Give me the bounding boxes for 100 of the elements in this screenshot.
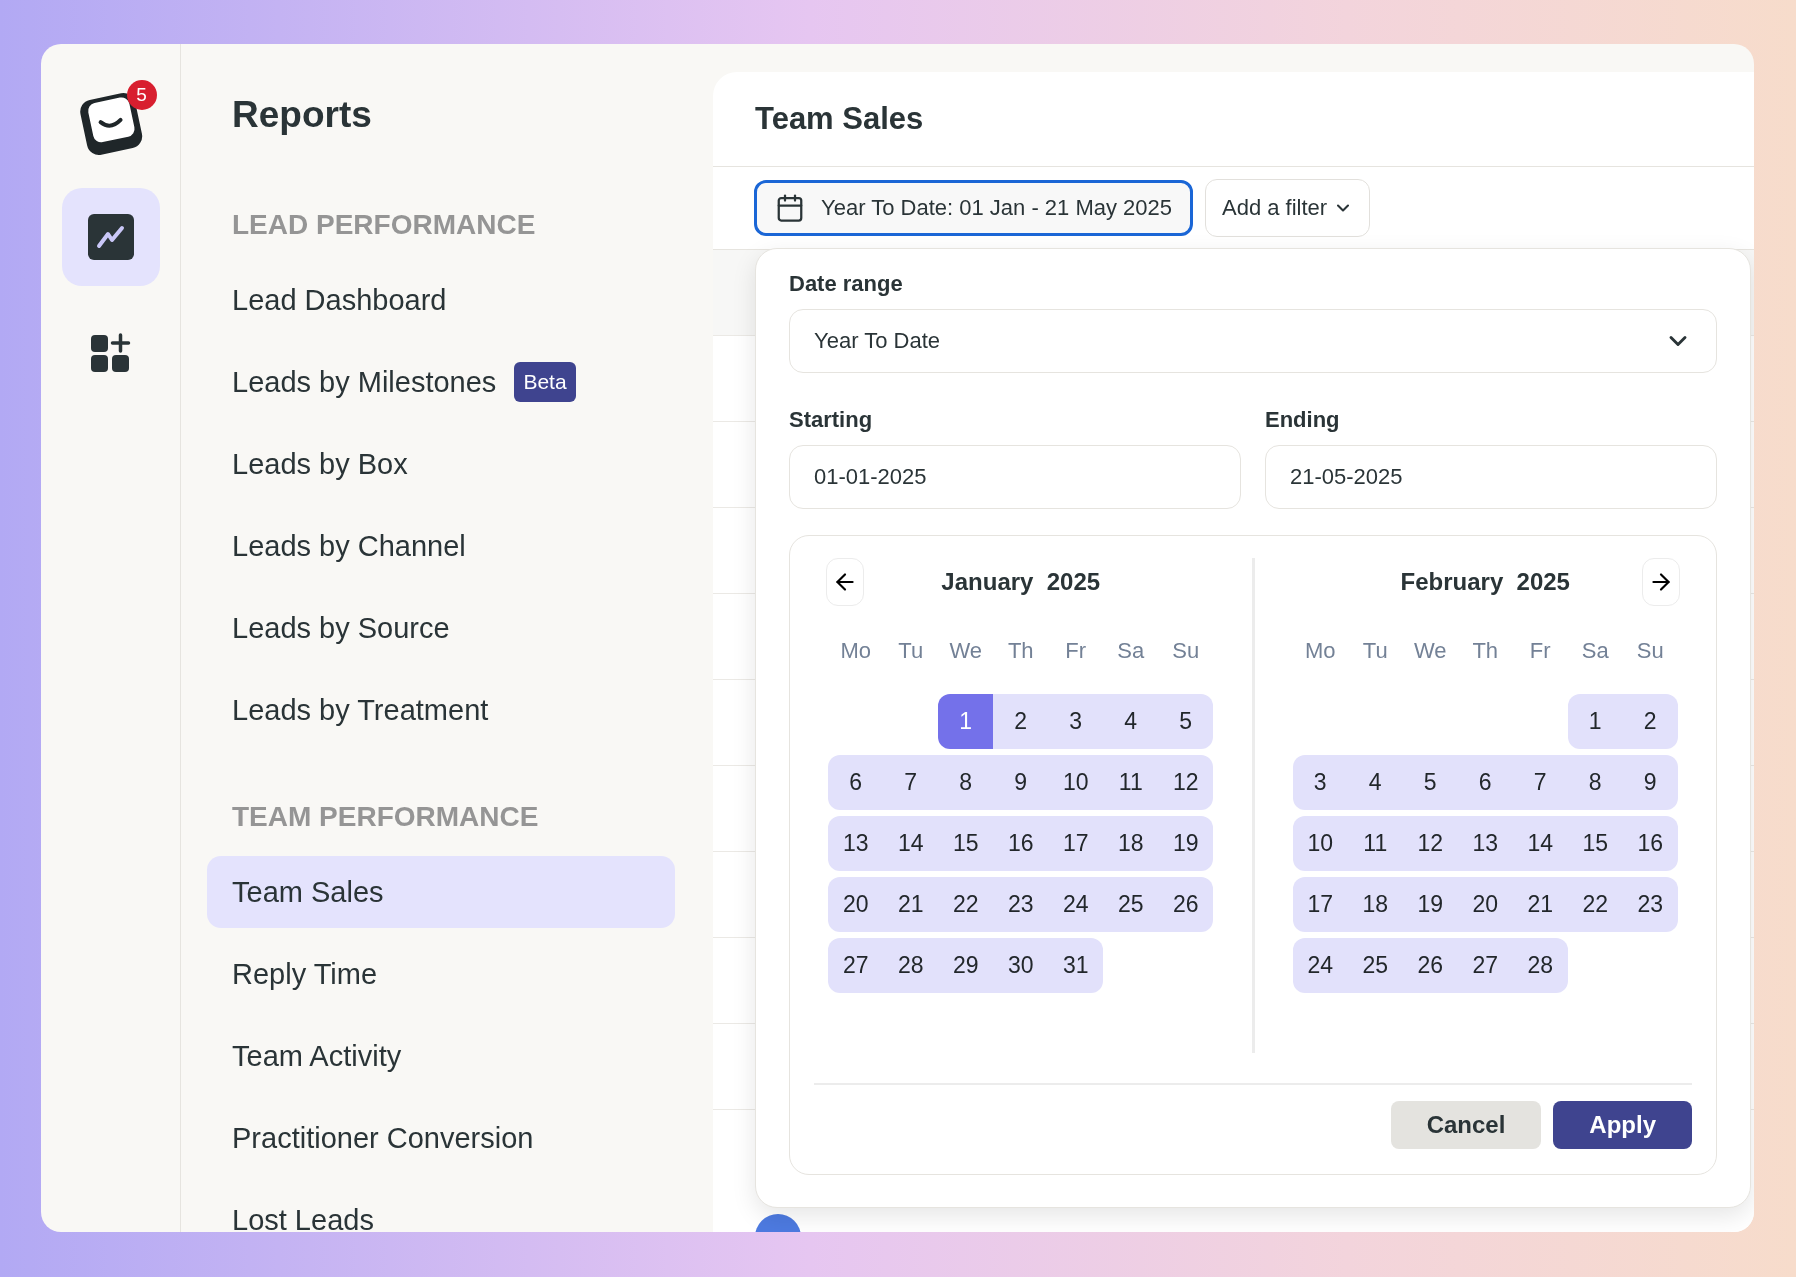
sidebar-item[interactable]: Leads by Treatment: [207, 674, 675, 746]
calendar-day[interactable]: 18: [1103, 816, 1159, 871]
weekday-label: Th: [1471, 638, 1500, 664]
calendar-day[interactable]: 25: [1103, 877, 1159, 932]
section-heading: TEAM PERFORMANCE: [232, 800, 540, 834]
calendar-day[interactable]: 23: [993, 877, 1049, 932]
calendar-day[interactable]: 21: [883, 877, 939, 932]
page-title: Team Sales: [755, 101, 924, 137]
calendar-day[interactable]: 4: [1347, 755, 1403, 810]
calendar-day[interactable]: 31: [1048, 938, 1104, 993]
weekday-label: Th: [1006, 638, 1035, 664]
calendar-day[interactable]: 29: [938, 938, 994, 993]
date-filter-button[interactable]: Year To Date: 01 Jan - 21 May 2025: [754, 180, 1193, 236]
calendar-day[interactable]: 7: [1512, 755, 1568, 810]
weekday-label: Fr: [1528, 638, 1552, 664]
calendar-day[interactable]: 22: [938, 877, 994, 932]
calendar-day[interactable]: 17: [1292, 877, 1348, 932]
calendar-day[interactable]: 20: [828, 877, 884, 932]
calendar-day[interactable]: 27: [1457, 938, 1513, 993]
calendar-day[interactable]: 28: [1512, 938, 1568, 993]
calendar-day[interactable]: 26: [1158, 877, 1214, 932]
sidebar-item[interactable]: Practitioner Conversion: [207, 1102, 675, 1174]
calendar-day[interactable]: 8: [1567, 755, 1623, 810]
calendar-day[interactable]: 24: [1048, 877, 1104, 932]
previous-month-button[interactable]: [826, 558, 864, 606]
calendar-day[interactable]: 10: [1048, 755, 1104, 810]
weekday-label: Mo: [1303, 638, 1337, 664]
calendar-day[interactable]: 19: [1158, 816, 1214, 871]
calendar-day[interactable]: 25: [1347, 938, 1403, 993]
calendar-day[interactable]: 15: [1567, 816, 1623, 871]
calendar-day[interactable]: 6: [828, 755, 884, 810]
chart-icon: [87, 214, 134, 260]
calendar-day[interactable]: 8: [938, 755, 994, 810]
field-label: Starting: [789, 407, 874, 433]
sidebar-item-label: Lost Leads: [232, 1203, 374, 1232]
calendar-day[interactable]: 5: [1158, 694, 1214, 749]
calendar-day[interactable]: 14: [1512, 816, 1568, 871]
weekday-label: Su: [1635, 638, 1665, 664]
calendar-day[interactable]: 16: [993, 816, 1049, 871]
sidebar-item[interactable]: Lead Dashboard: [207, 264, 675, 336]
weekday-label: Fr: [1064, 638, 1088, 664]
month-title: February 2025: [1400, 568, 1570, 596]
calendar-day[interactable]: 24: [1292, 938, 1348, 993]
weekday-label: Mo: [839, 638, 873, 664]
sidebar-item-label: Practitioner Conversion: [232, 1121, 534, 1155]
sidebar-item[interactable]: Team Activity: [207, 1020, 675, 1092]
calendar-day[interactable]: 3: [1292, 755, 1348, 810]
sidebar-item-label: Leads by Milestones: [232, 365, 497, 399]
calendar-day[interactable]: 23: [1622, 877, 1678, 932]
calendar-day[interactable]: 5: [1402, 755, 1458, 810]
calendar-day[interactable]: 11: [1103, 755, 1159, 810]
sidebar-item[interactable]: Team Sales: [207, 856, 675, 928]
sidebar-item-label: Reply Time: [232, 957, 378, 991]
calendar-day[interactable]: 13: [828, 816, 884, 871]
calendar-day[interactable]: 4: [1103, 694, 1159, 749]
calendar-day[interactable]: 28: [883, 938, 939, 993]
calendar-day[interactable]: 19: [1402, 877, 1458, 932]
calendar-day[interactable]: 20: [1457, 877, 1513, 932]
date-range-select[interactable]: Year To Date: [789, 309, 1717, 373]
calendar-day[interactable]: 27: [828, 938, 884, 993]
sidebar-item[interactable]: Lost Leads: [207, 1184, 675, 1232]
calendar-day[interactable]: 9: [993, 755, 1049, 810]
calendar-day[interactable]: 6: [1457, 755, 1513, 810]
sidebar-item[interactable]: Reply Time: [207, 938, 675, 1010]
add-filter-button[interactable]: Add a filter: [1205, 179, 1371, 237]
sidebar-item[interactable]: Leads by Channel: [207, 510, 675, 582]
calendar-day[interactable]: 11: [1347, 816, 1403, 871]
calendar-day[interactable]: 9: [1622, 755, 1678, 810]
rail-button[interactable]: [61, 188, 160, 286]
calendar-day[interactable]: 13: [1457, 816, 1513, 871]
field-label: Date range: [789, 271, 904, 297]
start-date-field[interactable]: 01-01-2025: [789, 445, 1241, 509]
month-title: January 2025: [941, 568, 1101, 596]
calendar-day[interactable]: 15: [938, 816, 994, 871]
calendar-day[interactable]: 14: [883, 816, 939, 871]
calendar-day[interactable]: 16: [1622, 816, 1678, 871]
calendar-day[interactable]: 2: [1622, 694, 1678, 749]
next-month-button[interactable]: [1642, 558, 1680, 606]
calendar-day[interactable]: 18: [1347, 877, 1403, 932]
sidebar-item[interactable]: Leads by Box: [207, 428, 675, 500]
calendar-day[interactable]: 26: [1402, 938, 1458, 993]
cancel-button[interactable]: Cancel: [1390, 1101, 1542, 1149]
calendar-day[interactable]: 7: [883, 755, 939, 810]
weekday-label: Sa: [1580, 638, 1610, 664]
apply-button[interactable]: Apply: [1553, 1101, 1692, 1149]
sidebar-item[interactable]: Leads by Source: [207, 592, 675, 664]
sidebar-item-label: Leads by Box: [232, 447, 408, 481]
calendar-day[interactable]: 1: [938, 694, 994, 749]
calendar-day[interactable]: 12: [1158, 755, 1214, 810]
calendar-day[interactable]: 17: [1048, 816, 1104, 871]
sidebar-item[interactable]: Leads by Milestones Beta: [207, 346, 675, 418]
calendar-day[interactable]: 22: [1567, 877, 1623, 932]
end-date-field[interactable]: 21-05-2025: [1265, 445, 1717, 509]
calendar-day[interactable]: 3: [1048, 694, 1104, 749]
calendar-day[interactable]: 2: [993, 694, 1049, 749]
calendar-day[interactable]: 10: [1292, 816, 1348, 871]
calendar-day[interactable]: 21: [1512, 877, 1568, 932]
calendar-day[interactable]: 30: [993, 938, 1049, 993]
calendar-day[interactable]: 12: [1402, 816, 1458, 871]
calendar-day[interactable]: 1: [1567, 694, 1623, 749]
